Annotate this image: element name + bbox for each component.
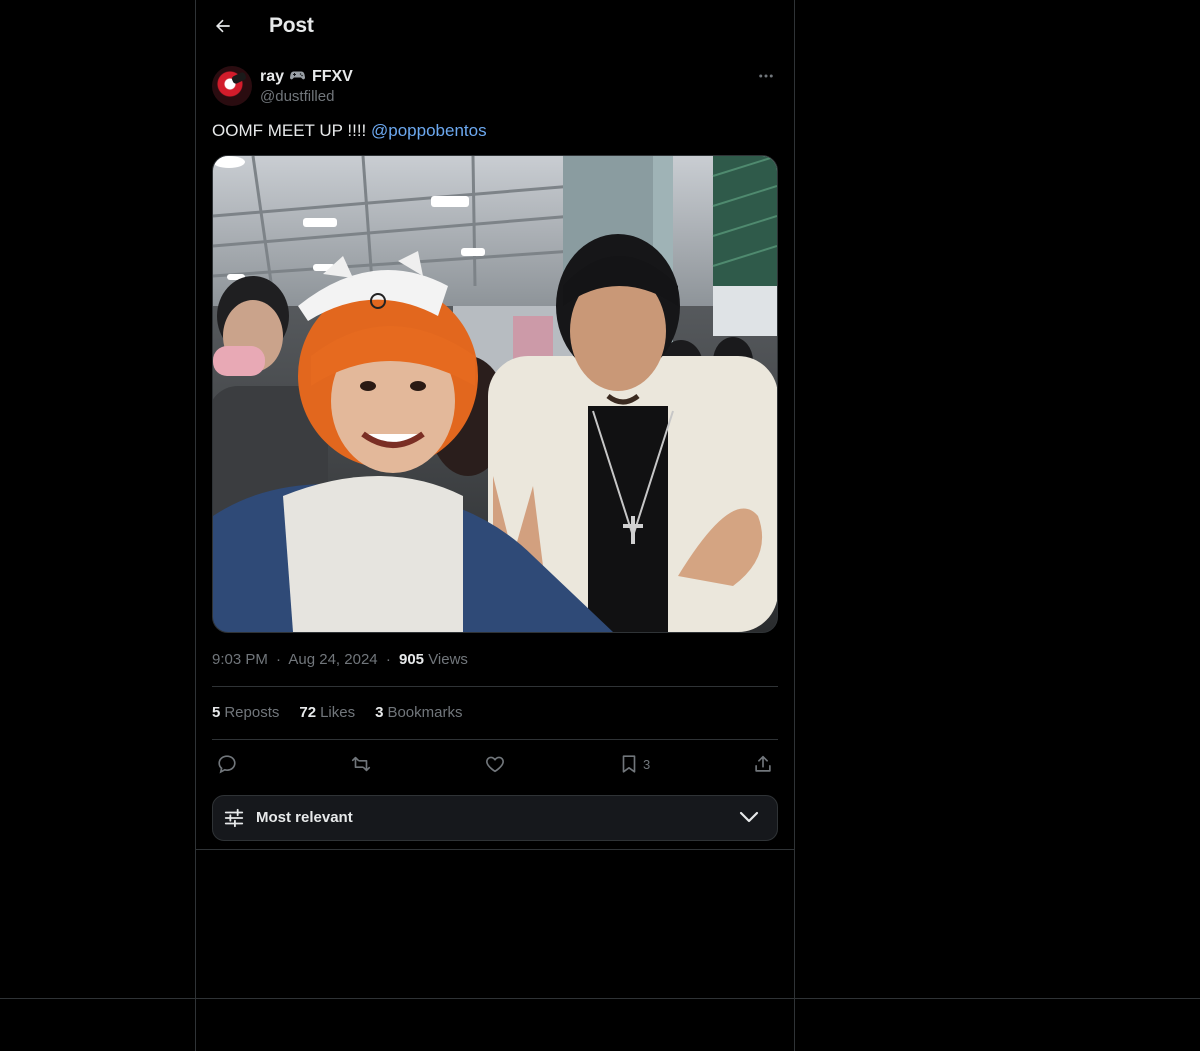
author-name: ray — [260, 68, 285, 85]
post-author: ray FFXV @dustfilled — [260, 66, 353, 107]
post-stats: 5 Reposts 72 Likes 3 Bookmarks — [212, 704, 462, 721]
top-bar: Post — [196, 0, 794, 53]
bottom-divider — [0, 998, 1200, 999]
post-photo[interactable] — [212, 155, 778, 633]
main-column: Post ray FFXV @dustfilled OOMF MEET UP !… — [195, 0, 795, 1051]
divider — [212, 739, 778, 740]
chevron-down-icon — [739, 811, 759, 823]
sort-label: Most relevant — [256, 809, 353, 826]
author-handle[interactable]: @dustfilled — [260, 87, 353, 107]
mention-link[interactable]: @poppobentos — [371, 121, 487, 140]
heart-icon — [486, 756, 504, 773]
bookmark-icon — [622, 755, 636, 773]
post-time[interactable]: 9:03 PM — [212, 651, 268, 668]
author-name-suffix: FFXV — [311, 68, 353, 85]
likes-stat[interactable]: 72 Likes — [299, 704, 355, 721]
arrow-left-icon — [216, 19, 230, 33]
replies-divider — [196, 849, 794, 850]
bookmark-count: 3 — [643, 756, 651, 772]
share-icon — [755, 755, 771, 772]
post-meta: 9:03 PM · Aug 24, 2024 · 905 Views — [212, 651, 468, 668]
bookmarks-label: Bookmarks — [387, 704, 463, 721]
reposts-count: 5 — [212, 704, 221, 721]
reply-button[interactable] — [216, 750, 238, 778]
likes-label: Likes — [320, 704, 356, 721]
post-text: OOMF MEET UP !!!! @poppobentos — [212, 120, 487, 142]
likes-count: 72 — [299, 704, 317, 721]
page-title: Post — [269, 14, 314, 37]
avatar[interactable] — [212, 66, 252, 106]
views-count: 905 — [398, 651, 425, 668]
reply-sort-dropdown[interactable]: Most relevant — [212, 795, 778, 841]
photo-illustration — [213, 156, 777, 632]
more-options-button[interactable] — [754, 64, 778, 88]
reposts-stat[interactable]: 5 Reposts — [212, 704, 279, 721]
share-button[interactable] — [752, 750, 774, 778]
sliders-icon — [224, 808, 244, 828]
reply-icon — [218, 755, 236, 774]
views-label: Views — [428, 651, 468, 668]
meta-separator: · — [276, 651, 282, 668]
like-button[interactable] — [484, 750, 506, 778]
more-horizontal-icon — [759, 74, 773, 78]
post-date[interactable]: Aug 24, 2024 — [288, 651, 377, 668]
meta-separator: · — [385, 651, 391, 668]
action-bar: 3 — [212, 750, 778, 778]
back-button[interactable] — [206, 9, 240, 43]
reposts-label: Reposts — [224, 704, 280, 721]
divider — [212, 686, 778, 687]
repost-icon — [351, 756, 371, 772]
post-text-body: OOMF MEET UP !!!! — [212, 121, 372, 140]
gamepad-icon — [290, 66, 306, 86]
repost-button[interactable] — [349, 750, 373, 778]
bookmarks-stat[interactable]: 3 Bookmarks — [375, 704, 462, 721]
bookmarks-count: 3 — [375, 704, 384, 721]
author-display-name[interactable]: ray FFXV — [260, 66, 353, 87]
bookmark-button[interactable]: 3 — [618, 750, 650, 778]
